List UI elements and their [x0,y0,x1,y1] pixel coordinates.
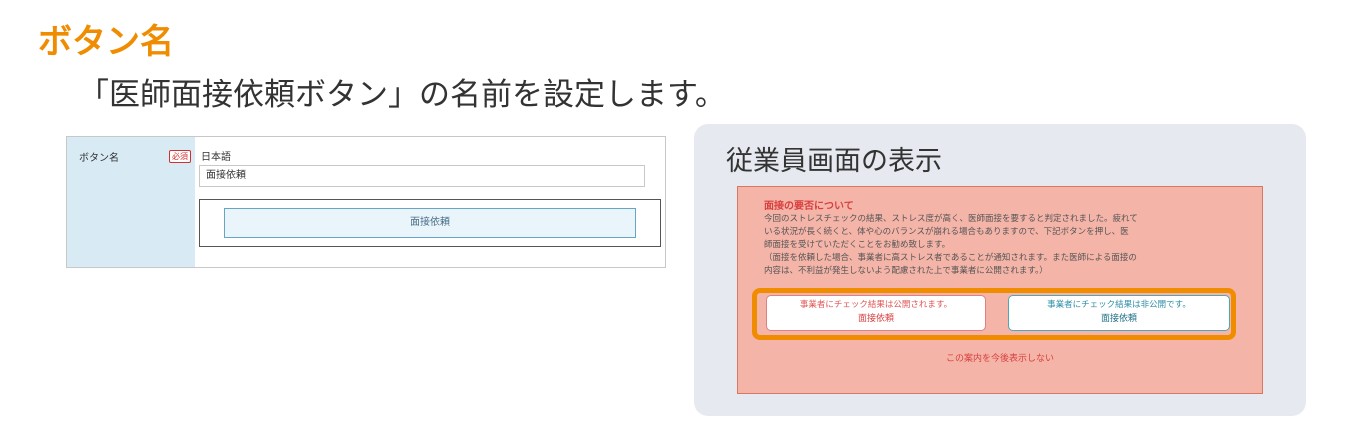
notice-line: いる状況が長く続くと、体や心のバランスが崩れる場合もありますので、下記ボタンを押… [764,227,1129,237]
notice-line: 内容は、不利益が発生しないよう配慮された上で事業者に公開されます。） [764,266,1048,276]
notice-heading: 面接の要否について [764,201,854,212]
section-title: ボタン名 [38,22,174,62]
preview-interview-request-button[interactable]: 面接依頼 [224,208,636,238]
button-preview-area: 面接依頼 [199,199,661,247]
public-button-label: 面接依頼 [857,314,894,324]
notice-line: 師面接を受けていただくことをお勧め致します。 [764,240,951,250]
notice-line: 今回のストレスチェックの結果、ストレス度が高く、医師面接を要すると判定されました… [764,214,1138,224]
interview-notice-panel: 面接の要否について 今回のストレスチェックの結果、ストレス度が高く、医師面接を要… [737,186,1263,394]
form-label-column: ボタン名 必須 [67,137,195,267]
interview-request-public-button[interactable]: 事業者にチェック結果は公開されます。 面接依頼 [766,295,986,331]
public-note: 事業者にチェック結果は公開されます。 [799,300,953,310]
private-button-label: 面接依頼 [1100,314,1137,324]
required-badge: 必須 [169,150,191,163]
language-label: 日本語 [201,152,231,163]
button-name-settings-form: ボタン名 必須 日本語 面接依頼 面接依頼 [66,136,666,268]
private-note: 事業者にチェック結果は非公開です。 [1047,300,1191,310]
employee-screen-card: 従業員画面の表示 面接の要否について 今回のストレスチェックの結果、ストレス度が… [694,124,1306,416]
employee-screen-title: 従業員画面の表示 [726,146,942,177]
notice-body: 今回のストレスチェックの結果、ストレス度が高く、医師面接を要すると判定されました… [764,213,1254,278]
button-name-input[interactable]: 面接依頼 [199,165,645,187]
notice-line: （面接を依頼した場合、事業者に高ストレス者であることが通知されます。また医師によ… [764,253,1137,263]
do-not-show-again-link[interactable]: この案内を今後表示しない [738,351,1262,364]
interview-request-private-button[interactable]: 事業者にチェック結果は非公開です。 面接依頼 [1008,295,1230,331]
field-label: ボタン名 [79,153,119,164]
section-description: 「医師面接依頼ボタン」の名前を設定します。 [78,77,726,113]
